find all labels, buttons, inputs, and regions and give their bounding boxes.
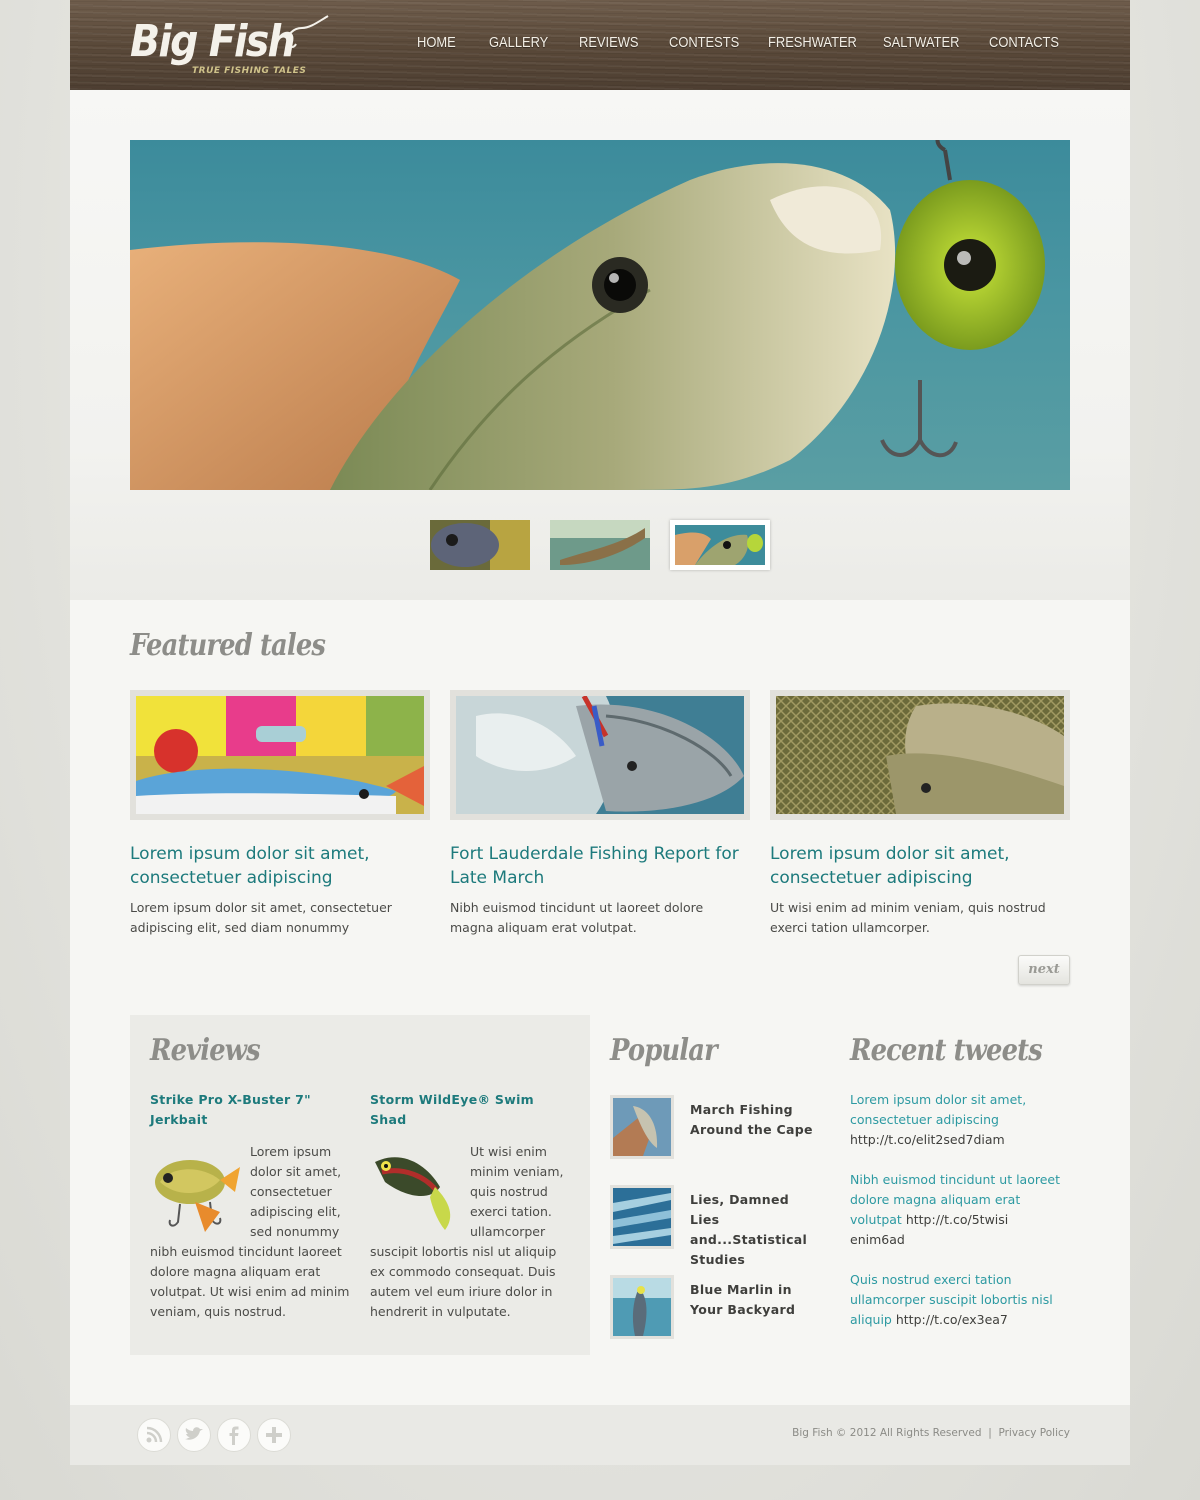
next-button[interactable]: next bbox=[1018, 955, 1070, 985]
popular-item-title[interactable]: Blue Marlin in Your Backyard bbox=[690, 1280, 820, 1320]
review-title[interactable]: Strike Pro X-Buster 7" Jerkbait bbox=[150, 1090, 350, 1130]
featured-image-3[interactable] bbox=[770, 690, 1070, 820]
featured-image-2[interactable] bbox=[450, 690, 750, 820]
nav-item-gallery[interactable]: GALLERY bbox=[489, 34, 548, 58]
nav-item-reviews[interactable]: REVIEWS bbox=[579, 34, 639, 58]
review-item-1: Strike Pro X-Buster 7" Jerkbait Lorem ip… bbox=[150, 1090, 350, 1322]
copyright-text: Big Fish © 2012 All Rights Reserved bbox=[792, 1427, 982, 1439]
slider-thumb-2[interactable] bbox=[550, 520, 650, 570]
featured-card-text: Lorem ipsum dolor sit amet, consectetuer… bbox=[130, 900, 392, 935]
facebook-icon[interactable] bbox=[217, 1418, 251, 1452]
nav-item-saltwater[interactable]: SALTWATER bbox=[883, 34, 959, 58]
featured-card-title[interactable]: Lorem ipsum dolor sit amet, consectetuer… bbox=[130, 842, 430, 890]
logo-tagline: TRUE FISHING TALES bbox=[192, 66, 307, 76]
nav-item-home[interactable]: HOME bbox=[417, 34, 456, 58]
swim-shad-lure-image bbox=[375, 1157, 451, 1230]
popular-item-title[interactable]: Lies, Damned Lies and...Statistical Stud… bbox=[690, 1190, 820, 1270]
tweet-text[interactable]: Lorem ipsum dolor sit amet, consectetuer… bbox=[850, 1092, 1026, 1127]
slider bbox=[70, 90, 1130, 600]
featured-card-3: Lorem ipsum dolor sit amet, consectetuer… bbox=[770, 690, 1070, 938]
header: Big Fish TRUE FISHING TALES HOME GALLERY… bbox=[70, 0, 1130, 90]
tweets-title: Recent tweets bbox=[850, 1033, 1043, 1068]
featured-image-1[interactable] bbox=[130, 690, 430, 820]
popular-title: Popular bbox=[610, 1033, 718, 1068]
reviews-title: Reviews bbox=[150, 1033, 261, 1068]
footer-copyright-line: Big Fish © 2012 All Rights Reserved | Pr… bbox=[792, 1427, 1070, 1439]
review-item-2: Storm WildEye® Swim Shad Ut wisi enim mi… bbox=[370, 1090, 570, 1322]
tweet-1: Lorem ipsum dolor sit amet, consectetuer… bbox=[850, 1090, 1060, 1150]
featured-card-text: Nibh euismod tincidunt ut laoreet dolore… bbox=[450, 900, 704, 935]
slider-thumb-3[interactable] bbox=[670, 520, 770, 570]
main-nav: HOME GALLERY REVIEWS CONTESTS FRESHWATER… bbox=[70, 34, 1130, 58]
tweet-link[interactable]: http://t.co/elit2sed7diam bbox=[850, 1132, 1005, 1147]
featured-card-2: Fort Lauderdale Fishing Report for Late … bbox=[450, 690, 750, 938]
popular-item-3: Blue Marlin in Your Backyard bbox=[610, 1275, 830, 1339]
privacy-policy-link[interactable]: Privacy Policy bbox=[998, 1427, 1070, 1439]
nav-item-freshwater[interactable]: FRESHWATER bbox=[768, 34, 857, 58]
tweet-3: Quis nostrud exerci tation ullamcorper s… bbox=[850, 1270, 1060, 1330]
reviews-panel: Reviews Strike Pro X-Buster 7" Jerkbait … bbox=[130, 1015, 590, 1355]
popular-item-title[interactable]: March Fishing Around the Cape bbox=[690, 1100, 820, 1140]
featured-card-title[interactable]: Fort Lauderdale Fishing Report for Late … bbox=[450, 842, 750, 890]
footer-separator: | bbox=[988, 1427, 992, 1439]
popular-thumb-1[interactable] bbox=[610, 1095, 674, 1159]
page: Big Fish TRUE FISHING TALES HOME GALLERY… bbox=[70, 0, 1130, 1465]
featured-title: Featured tales bbox=[130, 628, 326, 663]
twitter-icon[interactable] bbox=[177, 1418, 211, 1452]
nav-item-contests[interactable]: CONTESTS bbox=[669, 34, 739, 58]
hero-image bbox=[130, 140, 1070, 490]
review-title[interactable]: Storm WildEye® Swim Shad bbox=[370, 1090, 570, 1130]
featured-card-title[interactable]: Lorem ipsum dolor sit amet, consectetuer… bbox=[770, 842, 1070, 890]
popular-thumb-2[interactable] bbox=[610, 1185, 674, 1249]
tweet-link[interactable]: http://t.co/ex3ea7 bbox=[896, 1312, 1008, 1327]
popular-thumb-3[interactable] bbox=[610, 1275, 674, 1339]
plus-icon[interactable] bbox=[257, 1418, 291, 1452]
featured-card-text: Ut wisi enim ad minim veniam, quis nostr… bbox=[770, 900, 1046, 935]
featured-card-1: Lorem ipsum dolor sit amet, consectetuer… bbox=[130, 690, 430, 938]
rss-icon[interactable] bbox=[137, 1418, 171, 1452]
popular-item-2: Lies, Damned Lies and...Statistical Stud… bbox=[610, 1185, 830, 1267]
popular-item-1: March Fishing Around the Cape bbox=[610, 1095, 830, 1159]
tweet-2: Nibh euismod tincidunt ut laoreet dolore… bbox=[850, 1170, 1060, 1250]
slider-thumb-1[interactable] bbox=[430, 520, 530, 570]
jerkbait-lure-image bbox=[155, 1160, 240, 1232]
nav-item-contacts[interactable]: CONTACTS bbox=[989, 34, 1059, 58]
footer: Big Fish © 2012 All Rights Reserved | Pr… bbox=[70, 1405, 1130, 1465]
